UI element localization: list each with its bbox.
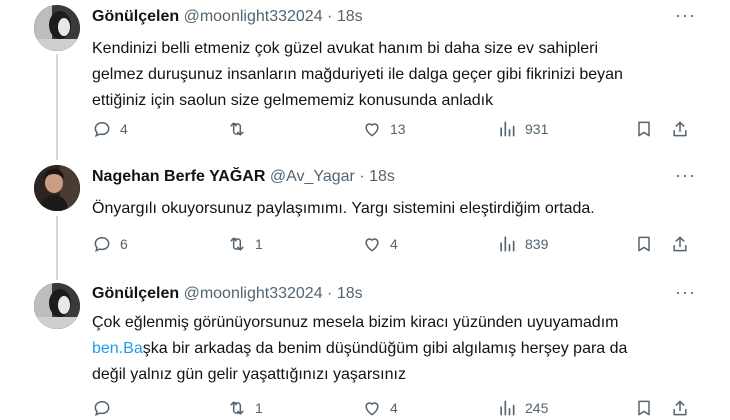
display-name[interactable]: Gönülçelen [92,285,179,302]
tweet-text: Çok eğlenmiş görünüyorsunuz mesela bizim… [92,310,702,388]
tweet-text-line: değil yalnız gün gelir yaşattığınızı yaş… [92,366,406,383]
avatar[interactable] [34,5,80,51]
reply-icon [94,121,110,137]
tweet-text-line: ettiğiniz için saolun size gelmememiz ko… [92,92,494,109]
like-button[interactable]: 4 [362,396,398,420]
tweet[interactable]: Gönülçelen @moonlight332024 · 18s ··· Ke… [0,0,730,150]
reply-icon [94,400,110,416]
bookmark-icon [638,121,650,137]
tweet-text: Önyargılı okuyorsunuz paylaşımımı. Yargı… [92,196,702,222]
like-button[interactable]: 13 [362,117,406,141]
display-name[interactable]: Gönülçelen [92,8,179,25]
separator-dot: · [327,8,333,25]
tweet-link[interactable]: ben.Ba [92,340,143,357]
tweet[interactable]: Nagehan Berfe YAĞAR @Av_Yagar · 18s ··· … [0,160,730,270]
timestamp[interactable]: 18s [337,285,363,302]
like-count: 13 [390,121,406,137]
views-count: 245 [525,400,549,416]
share-icon [673,400,687,416]
timestamp[interactable]: 18s [337,8,363,25]
reply-count: 4 [120,121,128,137]
display-name[interactable]: Nagehan Berfe YAĞAR [92,168,265,185]
like-icon [365,123,379,137]
reply-button[interactable]: 4 [92,117,128,141]
separator-dot: · [327,285,333,302]
tweet-text-segment: şka bir arkadaş da benim düşündüğüm gibi… [142,340,628,357]
action-bar: 1 4 245 [92,396,702,420]
like-count: 4 [390,236,398,252]
action-bar: 6 1 4 839 [92,232,702,256]
tweet-text: Kendinizi belli etmeniz çok güzel avukat… [92,36,702,114]
bookmark-button[interactable] [634,232,654,256]
like-icon [365,238,379,252]
retweet-button[interactable] [227,117,255,141]
user-handle[interactable]: @Av_Yagar [270,168,355,185]
more-icon[interactable]: ··· [675,5,696,26]
reply-button[interactable]: 6 [92,232,128,256]
bookmark-icon [638,400,650,416]
views-icon [500,400,515,416]
share-button[interactable] [670,232,690,256]
views-button[interactable]: 245 [497,396,548,420]
retweet-icon [230,122,244,136]
like-count: 4 [390,400,398,416]
views-icon [500,236,515,252]
reply-count: 6 [120,236,128,252]
retweet-count: 1 [255,236,263,252]
reply-icon [94,236,110,252]
views-icon [500,121,515,137]
views-count: 931 [525,121,549,137]
tweet[interactable]: Gönülçelen @moonlight332024 · 18s ··· Ço… [0,280,730,420]
bookmark-button[interactable] [634,396,654,420]
retweet-count: 1 [255,400,263,416]
avatar[interactable] [34,283,80,329]
tweet-text-line: gelmez duruşunuz insanların mağduriyeti … [92,66,623,83]
timestamp[interactable]: 18s [369,168,395,185]
share-icon [673,236,687,252]
views-button[interactable]: 931 [497,117,548,141]
user-handle[interactable]: @moonlight332024 [184,8,323,25]
more-icon[interactable]: ··· [675,282,696,303]
reply-button[interactable] [92,396,120,420]
share-button[interactable] [670,117,690,141]
retweet-button[interactable]: 1 [227,232,263,256]
retweet-icon [230,401,244,415]
bookmark-button[interactable] [634,117,654,141]
retweet-icon [230,237,244,251]
separator-dot: · [359,168,365,185]
views-count: 839 [525,236,549,252]
tweet-text-line: Önyargılı okuyorsunuz paylaşımımı. Yargı… [92,200,595,217]
like-icon [365,402,379,416]
bookmark-icon [638,236,650,252]
retweet-button[interactable]: 1 [227,396,263,420]
tweet-text-line: Kendinizi belli etmeniz çok güzel avukat… [92,40,599,57]
share-button[interactable] [670,396,690,420]
share-icon [673,121,687,137]
tweet-text-line: ben.Başka bir arkadaş da benim düşündüğü… [92,336,702,362]
like-button[interactable]: 4 [362,232,398,256]
more-icon[interactable]: ··· [675,165,696,186]
action-bar: 4 13 931 [92,117,702,141]
user-handle[interactable]: @moonlight332024 [184,285,323,302]
views-button[interactable]: 839 [497,232,548,256]
tweet-text-line: Çok eğlenmiş görünüyorsunuz mesela bizim… [92,314,619,331]
avatar[interactable] [34,165,80,211]
